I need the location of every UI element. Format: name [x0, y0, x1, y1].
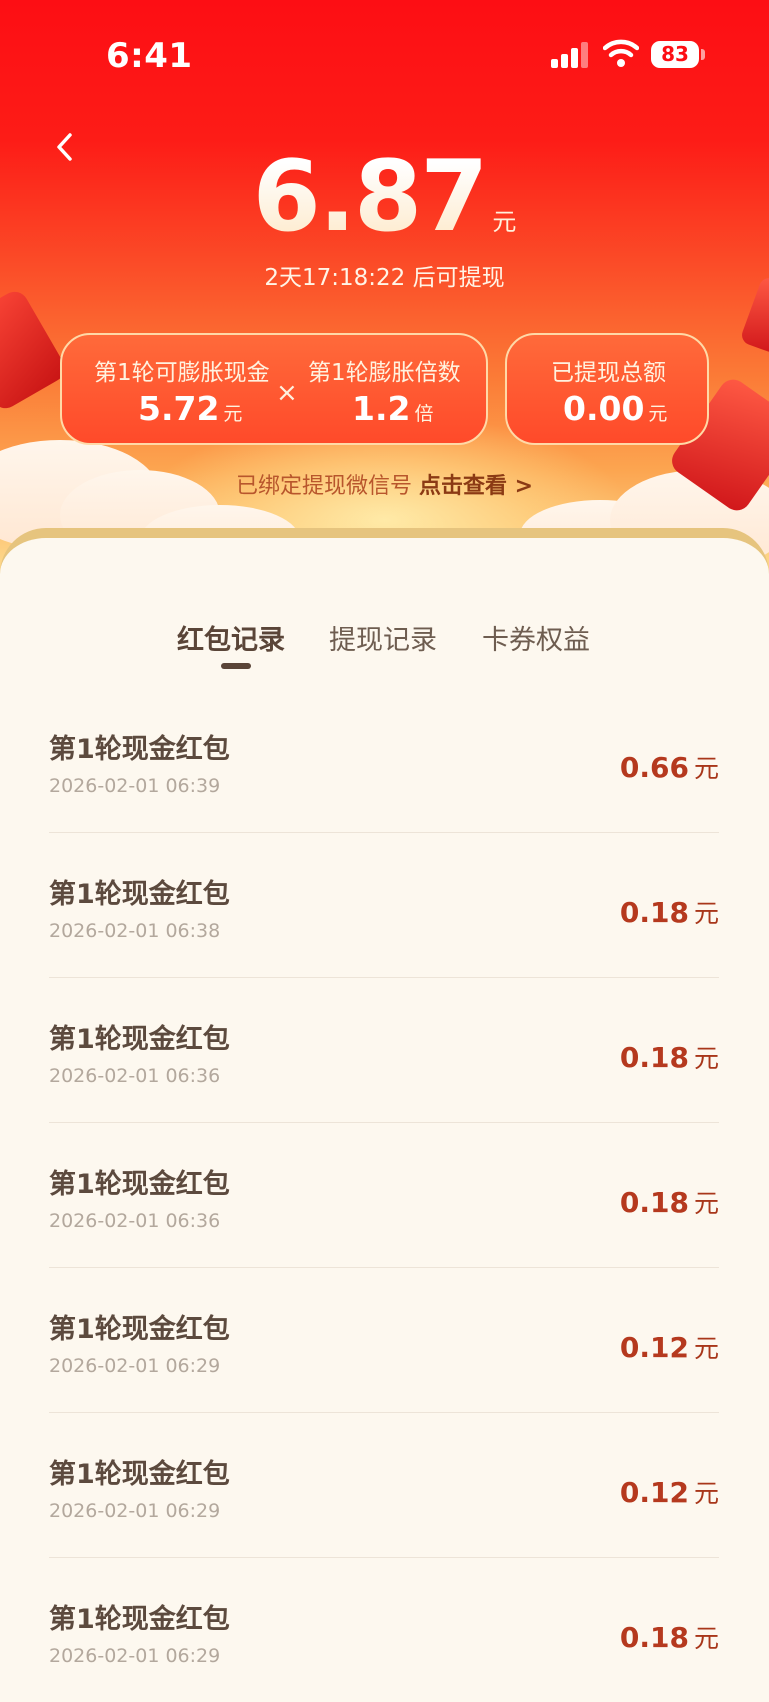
record-title: 第1轮现金红包	[49, 1459, 230, 1490]
withdrawn-total-label: 已提现总额	[551, 360, 666, 386]
tab-red-packet-records[interactable]: 红包记录	[177, 618, 285, 657]
record-item[interactable]: 第1轮现金红包 2026-02-01 06:36 0.18 元	[49, 1122, 719, 1268]
record-item[interactable]: 第1轮现金红包 2026-02-01 06:36 0.18 元	[49, 977, 719, 1123]
wifi-icon	[603, 39, 639, 67]
withdrawn-total-value: 0.00 元	[563, 389, 668, 428]
active-tab-indicator	[221, 663, 251, 669]
record-item[interactable]: 第1轮现金红包 2026-02-01 06:39 0.66 元	[49, 687, 719, 833]
battery-icon: 83	[651, 41, 699, 68]
multiplier-value: 1.2 倍	[352, 389, 434, 428]
record-date: 2026-02-01 06:29	[49, 1645, 221, 1667]
record-title: 第1轮现金红包	[49, 1604, 230, 1635]
record-title: 第1轮现金红包	[49, 1024, 230, 1055]
record-date: 2026-02-01 06:38	[49, 920, 221, 942]
tab-withdraw-records[interactable]: 提现记录	[329, 618, 437, 657]
record-amount: 0.18 元	[619, 896, 719, 929]
tab-coupon-benefits[interactable]: 卡券权益	[482, 618, 590, 657]
record-date: 2026-02-01 06:36	[49, 1210, 221, 1232]
inflatable-cash-label: 第1轮可膨胀现金	[94, 360, 270, 386]
withdraw-countdown: 2天17:18:22 后可提现	[264, 265, 505, 291]
record-item[interactable]: 第1轮现金红包 2026-02-01 06:29 0.12 元	[49, 1412, 719, 1558]
record-amount: 0.18 元	[619, 1186, 719, 1219]
status-time: 6:41	[106, 36, 193, 76]
balance-display: 6.87 元	[0, 140, 769, 254]
record-title: 第1轮现金红包	[49, 734, 230, 765]
record-item[interactable]: 第1轮现金红包 2026-02-01 06:29 0.18 元	[49, 1557, 719, 1702]
multiplier-label: 第1轮膨胀倍数	[308, 360, 461, 386]
record-title: 第1轮现金红包	[49, 1314, 230, 1345]
record-amount: 0.12 元	[619, 1476, 719, 1509]
record-date: 2026-02-01 06:29	[49, 1500, 221, 1522]
record-item[interactable]: 第1轮现金红包 2026-02-01 06:29 0.12 元	[49, 1267, 719, 1413]
view-bind-link[interactable]: 点击查看 >	[419, 474, 533, 499]
battery-tip	[701, 49, 705, 60]
inflation-card: 第1轮可膨胀现金 5.72 元 第1轮膨胀倍数 1.2 倍	[60, 333, 488, 445]
record-amount: 0.18 元	[619, 1621, 719, 1654]
record-date: 2026-02-01 06:36	[49, 1065, 221, 1087]
record-title: 第1轮现金红包	[49, 879, 230, 910]
hero-bottom-edge	[0, 528, 769, 575]
inflatable-cash-value: 5.72 元	[138, 389, 243, 428]
record-amount: 0.12 元	[619, 1331, 719, 1364]
record-date: 2026-02-01 06:39	[49, 775, 221, 797]
record-date: 2026-02-01 06:29	[49, 1355, 221, 1377]
record-amount: 0.66 元	[619, 751, 719, 784]
multiply-symbol: ×	[276, 378, 298, 408]
withdrawn-total-card: 已提现总额 0.00 元	[505, 333, 709, 445]
cellular-signal-icon	[551, 42, 591, 68]
bind-wechat-text: 已绑定提现微信号	[235, 474, 412, 499]
record-amount: 0.18 元	[619, 1041, 719, 1074]
balance-amount: 6.87	[252, 140, 489, 254]
record-item[interactable]: 第1轮现金红包 2026-02-01 06:38 0.18 元	[49, 832, 719, 978]
record-title: 第1轮现金红包	[49, 1169, 230, 1200]
bind-wechat-notice: 已绑定提现微信号 点击查看 >	[0, 468, 769, 500]
balance-unit: 元	[492, 208, 517, 236]
